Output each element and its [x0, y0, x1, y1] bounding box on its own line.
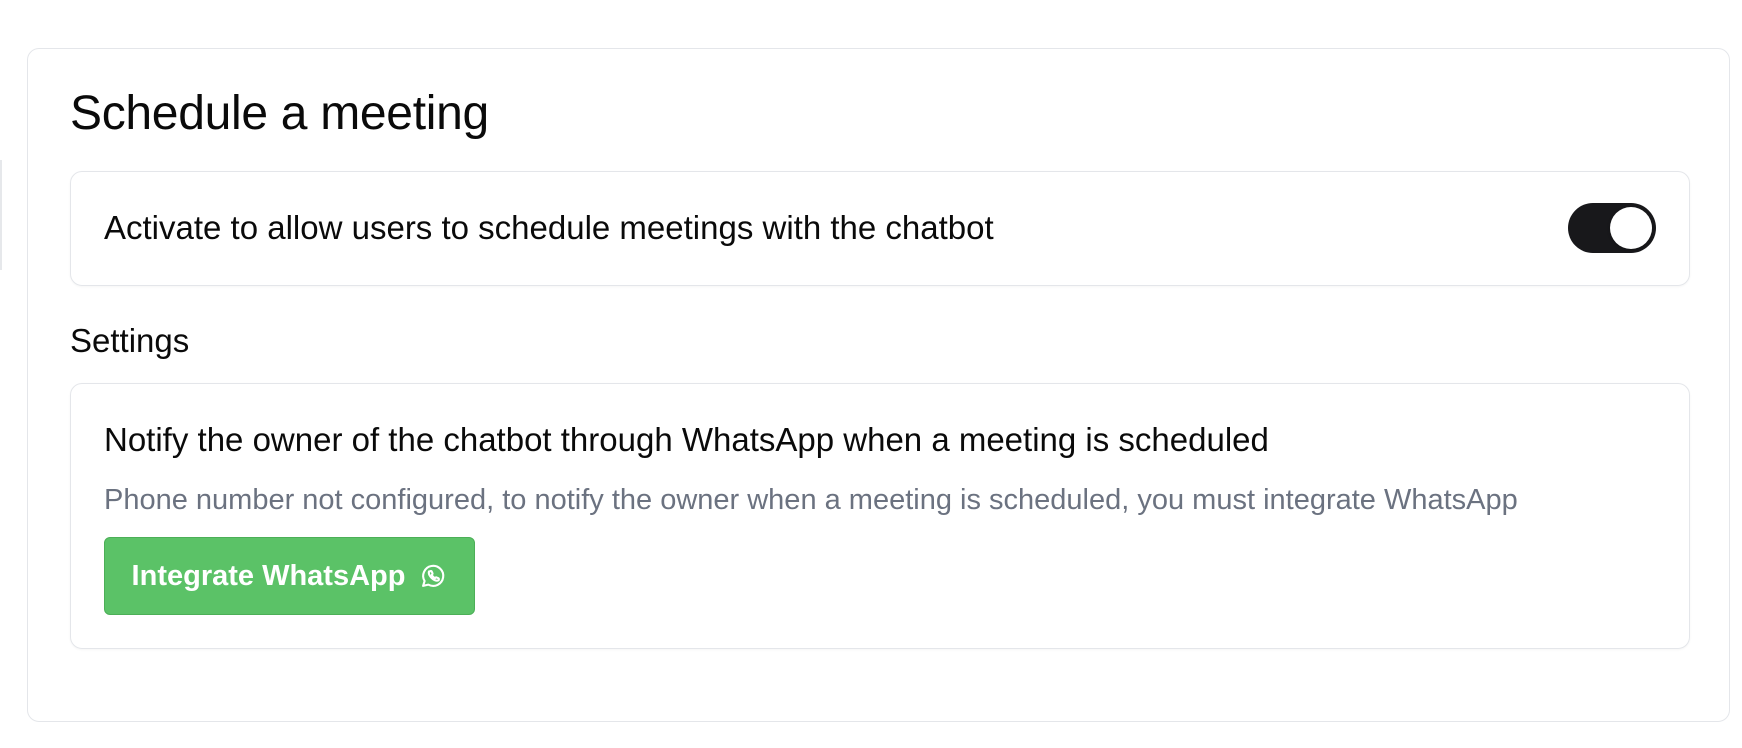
integrate-whatsapp-label: Integrate WhatsApp: [131, 559, 406, 592]
left-panel-edge: [0, 160, 2, 270]
activation-row: Activate to allow users to schedule meet…: [70, 171, 1690, 286]
schedule-meeting-card: Schedule a meeting Activate to allow use…: [27, 48, 1730, 722]
notify-owner-title: Notify the owner of the chatbot through …: [104, 421, 1269, 458]
whatsapp-icon: [419, 562, 447, 590]
settings-heading: Settings: [70, 322, 190, 359]
card-title: Schedule a meeting: [70, 87, 489, 140]
whatsapp-notify-settings: Notify the owner of the chatbot through …: [70, 383, 1690, 649]
notify-owner-description: Phone number not configured, to notify t…: [104, 484, 1518, 516]
toggle-knob: [1610, 207, 1652, 249]
integrate-whatsapp-button[interactable]: Integrate WhatsApp: [104, 537, 475, 615]
activation-label: Activate to allow users to schedule meet…: [104, 209, 994, 246]
schedule-meetings-toggle[interactable]: [1568, 203, 1656, 253]
